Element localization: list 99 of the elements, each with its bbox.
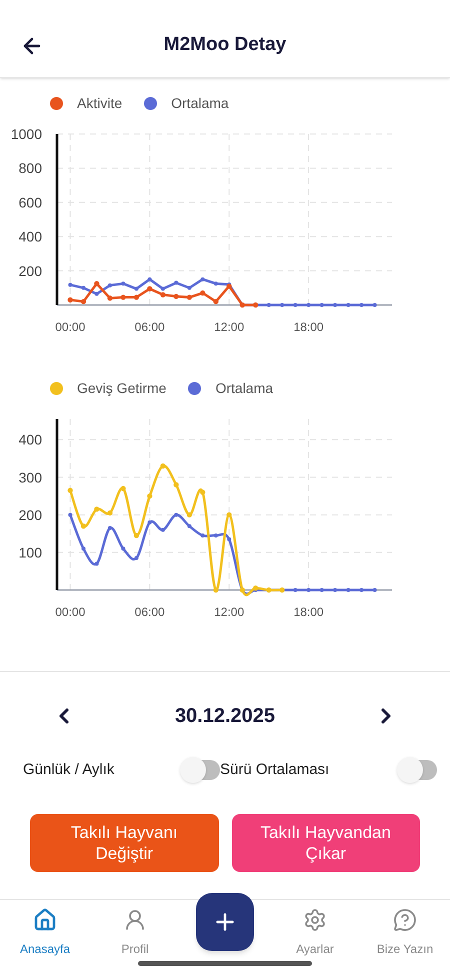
point xyxy=(94,292,99,296)
axis-label: 200 xyxy=(18,506,42,523)
point xyxy=(121,546,126,551)
point xyxy=(200,290,206,296)
axis-label: 100 xyxy=(18,544,42,560)
point xyxy=(346,588,350,592)
point xyxy=(253,586,258,591)
toggle-label: Sürü Ortalaması xyxy=(220,760,330,780)
point xyxy=(226,512,232,518)
point xyxy=(360,588,364,592)
axis-label: 18:00 xyxy=(294,605,324,619)
point xyxy=(94,281,100,286)
point xyxy=(187,286,192,290)
point xyxy=(186,294,192,300)
point xyxy=(68,297,73,302)
page-title: M2Moo Detay xyxy=(164,33,286,58)
point xyxy=(121,282,126,286)
point xyxy=(68,488,73,494)
axis-label: 06:00 xyxy=(134,605,165,619)
point xyxy=(134,286,138,291)
date-label: 30.12.2025 xyxy=(174,704,276,729)
point xyxy=(360,303,364,307)
point xyxy=(346,303,350,307)
axis-label: 00:00 xyxy=(55,605,86,619)
nav-tab[interactable]: Profil xyxy=(90,900,180,974)
point xyxy=(280,303,284,307)
point xyxy=(372,588,377,592)
point xyxy=(108,526,112,530)
point xyxy=(108,283,112,288)
point xyxy=(200,277,205,282)
point xyxy=(293,588,298,592)
point xyxy=(134,556,138,560)
point xyxy=(333,303,338,307)
axis-label: 300 xyxy=(18,469,42,486)
point xyxy=(107,510,113,516)
nav-tab[interactable]: Anasayfa xyxy=(0,900,90,974)
axis-label: 400 xyxy=(18,228,42,245)
point xyxy=(174,280,178,285)
axis-label: 06:00 xyxy=(134,320,165,334)
point xyxy=(160,292,166,298)
point xyxy=(147,493,152,499)
point xyxy=(226,284,232,289)
axis-label: 1000 xyxy=(10,126,42,142)
axis-label: 00:00 xyxy=(55,320,86,334)
legend-label: Ortalama xyxy=(171,94,229,112)
point xyxy=(148,520,152,524)
point xyxy=(200,490,206,495)
point xyxy=(160,286,165,291)
point xyxy=(107,296,113,301)
point xyxy=(174,512,178,517)
point xyxy=(174,482,179,488)
axis-label: 600 xyxy=(18,194,42,210)
axis-label: 12:00 xyxy=(214,320,244,334)
point xyxy=(333,588,338,592)
point xyxy=(306,303,311,307)
point xyxy=(134,532,140,538)
legend-label: Geviş Getirme xyxy=(77,378,166,398)
point xyxy=(213,298,218,304)
point xyxy=(81,286,86,290)
nav-tab[interactable]: Bize Yazın xyxy=(360,900,450,974)
point xyxy=(227,537,232,542)
point xyxy=(320,303,324,307)
point xyxy=(266,303,271,307)
axis-label: 18:00 xyxy=(294,320,324,334)
point xyxy=(94,506,100,512)
point xyxy=(213,587,218,593)
point xyxy=(120,294,126,300)
axis-label: 400 xyxy=(18,432,42,448)
point xyxy=(306,588,311,592)
point xyxy=(80,298,86,304)
point xyxy=(320,588,324,592)
point xyxy=(174,294,179,300)
axis-label: 800 xyxy=(18,160,42,176)
point xyxy=(372,303,377,307)
point xyxy=(81,546,86,551)
point xyxy=(94,562,99,566)
action-button[interactable]: Takılı Hayvandan Çıkar xyxy=(232,814,420,872)
action-button[interactable]: Takılı Hayvanı Değiştir xyxy=(30,814,218,872)
point xyxy=(160,528,165,532)
axis-label: 200 xyxy=(18,262,42,279)
point xyxy=(160,463,166,469)
toggle-label: Günlük / Aylık xyxy=(23,760,116,780)
point xyxy=(293,303,298,307)
point xyxy=(214,282,218,286)
nav-tab[interactable]: Ayarlar xyxy=(270,900,360,974)
point xyxy=(147,286,152,292)
point xyxy=(80,524,86,529)
axis-label: 12:00 xyxy=(214,605,244,619)
point xyxy=(200,534,205,538)
point xyxy=(134,294,140,300)
point xyxy=(68,512,72,517)
point xyxy=(187,524,192,528)
point xyxy=(120,486,126,492)
legend-label: Aktivite xyxy=(77,94,122,112)
point xyxy=(68,282,72,287)
legend-label: Ortalama xyxy=(215,378,274,398)
point xyxy=(186,512,192,518)
point xyxy=(214,534,218,538)
point xyxy=(148,277,152,282)
